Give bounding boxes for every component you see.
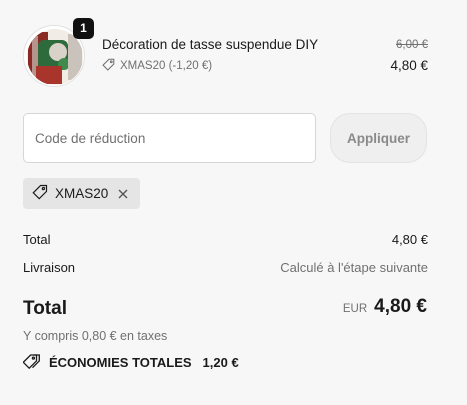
taxes-note: Y compris 0,80 € en taxes xyxy=(23,329,168,343)
tags-icon xyxy=(22,353,41,372)
original-price: 6,00 € xyxy=(396,39,428,51)
close-icon[interactable] xyxy=(115,186,131,202)
shipping-value: Calculé à l'étape suivante xyxy=(280,260,428,275)
item-discount: XMAS20 (-1,20 €) xyxy=(102,58,212,74)
total-label: Total xyxy=(23,298,67,319)
savings-amount: 1,20 € xyxy=(202,355,239,370)
applied-discount-chip: XMAS20 xyxy=(23,178,141,209)
subtotal-label: Total xyxy=(23,232,51,247)
total-amount-group: EUR 4,80 € xyxy=(343,296,427,318)
savings-label: ÉCONOMIES TOTALES xyxy=(49,355,192,370)
item-price: 4,80 € xyxy=(390,58,428,73)
applied-code-label: XMAS20 xyxy=(55,186,109,201)
apply-discount-button[interactable]: Appliquer xyxy=(330,113,427,163)
tag-icon xyxy=(32,184,48,203)
cart-line-item: 1 Décoration de tasse suspendue DIY XMAS… xyxy=(23,18,428,87)
tag-icon xyxy=(102,58,115,74)
quantity-badge: 1 xyxy=(73,18,94,39)
total-amount: 4,80 € xyxy=(374,296,427,317)
total-savings: ÉCONOMIES TOTALES 1,20 € xyxy=(22,353,239,372)
subtotal-row: Total 4,80 € xyxy=(23,232,428,247)
currency-code: EUR xyxy=(342,303,368,315)
shipping-row: Livraison Calculé à l'étape suivante xyxy=(23,260,428,275)
product-title: Décoration de tasse suspendue DIY xyxy=(102,37,319,52)
shipping-label: Livraison xyxy=(23,260,76,275)
item-discount-label: XMAS20 (-1,20 €) xyxy=(120,60,213,72)
discount-code-input[interactable] xyxy=(23,113,316,163)
subtotal-value: 4,80 € xyxy=(391,232,428,247)
